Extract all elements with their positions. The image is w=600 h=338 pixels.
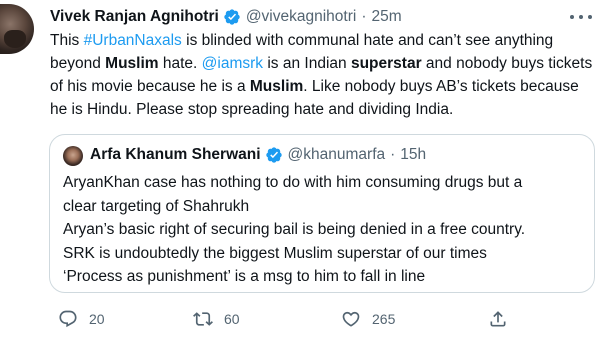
text-segment: This: [50, 32, 84, 49]
quoted-text-line: Aryan’s basic right of securing bail is …: [63, 221, 526, 238]
timestamp[interactable]: 25m: [372, 6, 402, 28]
text-segment-bold: Muslim: [105, 55, 159, 72]
reply-count: 20: [89, 311, 105, 327]
share-icon: [488, 309, 508, 329]
tweet-header: Vivek Ranjan Agnihotri @vivekagnihotri ·…: [50, 6, 402, 28]
quoted-text-line: ‘Process as punishment’ is a msg to him …: [63, 268, 426, 285]
quoted-text-line: SRK is undoubtedly the biggest Muslim su…: [63, 244, 487, 262]
like-count: 265: [372, 311, 396, 327]
quoted-author-handle[interactable]: @khanumarfa: [288, 144, 386, 166]
author-name[interactable]: Vivek Ranjan Agnihotri: [50, 6, 219, 28]
retweet-icon: [193, 309, 213, 329]
tweet-actions: 20 60 265: [50, 306, 595, 332]
text-segment-bold: superstar: [350, 55, 422, 72]
author-avatar[interactable]: [0, 4, 34, 54]
hashtag-link[interactable]: #UrbanNaxals: [84, 32, 182, 49]
quoted-tweet-header: Arfa Khanum Sherwani @khanumarfa · 15h: [90, 144, 426, 166]
quoted-tweet-text: AryanKhan case has nothing to do with hi…: [63, 171, 583, 289]
author-handle[interactable]: @vivekagnihotri: [246, 6, 357, 28]
separator-dot: ·: [390, 146, 396, 163]
retweet-count: 60: [224, 311, 240, 327]
text-segment-bold: Muslim: [249, 78, 304, 95]
quoted-tweet[interactable]: Arfa Khanum Sherwani @khanumarfa · 15h A…: [49, 134, 595, 293]
reply-icon: [58, 309, 78, 329]
verified-badge-icon: [223, 8, 241, 26]
text-segment: hate.: [158, 55, 202, 72]
tweet-text: This #UrbanNaxals is blinded with commun…: [50, 29, 595, 121]
quoted-author-avatar[interactable]: [63, 146, 83, 166]
verified-badge-icon: [265, 146, 283, 164]
mention-link[interactable]: @iamsrk: [202, 55, 263, 72]
reply-button[interactable]: 20: [58, 306, 105, 332]
tweet[interactable]: Vivek Ranjan Agnihotri @vivekagnihotri ·…: [0, 0, 600, 338]
like-button[interactable]: 265: [341, 306, 395, 332]
quoted-timestamp[interactable]: 15h: [400, 144, 426, 166]
quoted-text-line: AryanKhan case has nothing to do with hi…: [63, 174, 523, 191]
retweet-button[interactable]: 60: [193, 306, 240, 332]
heart-icon: [341, 309, 361, 329]
quoted-author-name[interactable]: Arfa Khanum Sherwani: [90, 144, 261, 166]
share-button[interactable]: [488, 306, 508, 332]
quoted-text-line: clear targeting of Shahrukh: [63, 197, 250, 215]
text-segment: is an Indian: [263, 55, 351, 72]
separator-dot: ·: [361, 8, 367, 25]
more-options-icon[interactable]: [570, 10, 592, 24]
avatar-beard: [4, 30, 26, 48]
